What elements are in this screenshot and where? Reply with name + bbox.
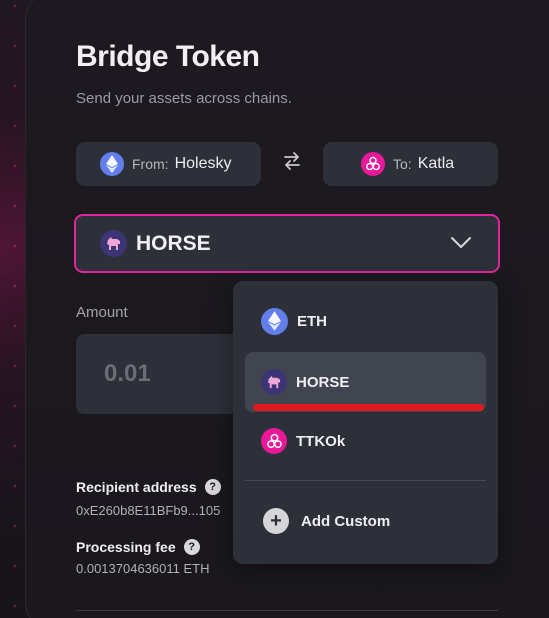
- processing-fee-heading: Processing fee ?: [76, 539, 200, 555]
- token-option-eth[interactable]: ETH: [245, 291, 486, 351]
- amount-label: Amount: [76, 304, 128, 321]
- token-dropdown-menu: ETH HORSE TTKOk + Add Custom: [233, 281, 498, 564]
- amount-input[interactable]: [102, 359, 226, 389]
- ethereum-icon: [261, 307, 288, 335]
- to-chain-label: To:: [393, 156, 412, 172]
- to-chain-value: Katla: [417, 155, 455, 172]
- highlight-underline: [253, 404, 484, 411]
- token-option-label: ETH: [297, 312, 327, 330]
- selected-token-name: HORSE: [136, 231, 211, 255]
- token-option-ttkok[interactable]: TTKOk: [245, 411, 486, 471]
- recipient-address-label: Recipient address: [76, 479, 197, 495]
- horse-icon: [100, 230, 127, 257]
- taiko-icon: [361, 152, 385, 176]
- recipient-address-value: 0xE260b8E11BFb9...105: [76, 503, 221, 518]
- section-divider: [76, 610, 498, 611]
- page-title: Bridge Token: [76, 40, 260, 73]
- add-custom-token-button[interactable]: + Add Custom: [263, 508, 390, 534]
- chevron-down-icon[interactable]: [450, 236, 472, 255]
- taiko-icon: [261, 428, 287, 454]
- token-option-label: TTKOk: [296, 432, 346, 450]
- dropdown-divider: [245, 480, 486, 481]
- token-selector[interactable]: HORSE: [74, 214, 500, 273]
- page-subtitle: Send your assets across chains.: [76, 90, 292, 107]
- recipient-address-heading: Recipient address ?: [76, 479, 221, 495]
- token-option-horse[interactable]: HORSE: [245, 352, 486, 412]
- token-option-label: HORSE: [296, 373, 350, 391]
- processing-fee-label: Processing fee: [76, 539, 176, 555]
- processing-fee-value: 0.0013704636011 ETH: [76, 561, 210, 576]
- swap-arrows-icon[interactable]: [281, 152, 303, 174]
- plus-icon: +: [263, 508, 289, 534]
- from-chain-selector[interactable]: From: Holesky: [76, 142, 261, 186]
- ethereum-icon: [100, 152, 124, 176]
- help-icon[interactable]: ?: [183, 539, 200, 555]
- from-chain-value: Holesky: [174, 155, 232, 172]
- horse-icon: [261, 369, 287, 395]
- help-icon[interactable]: ?: [204, 479, 221, 495]
- add-custom-label: Add Custom: [301, 512, 391, 530]
- to-chain-selector[interactable]: To: Katla: [323, 142, 498, 186]
- from-chain-label: From:: [132, 156, 169, 172]
